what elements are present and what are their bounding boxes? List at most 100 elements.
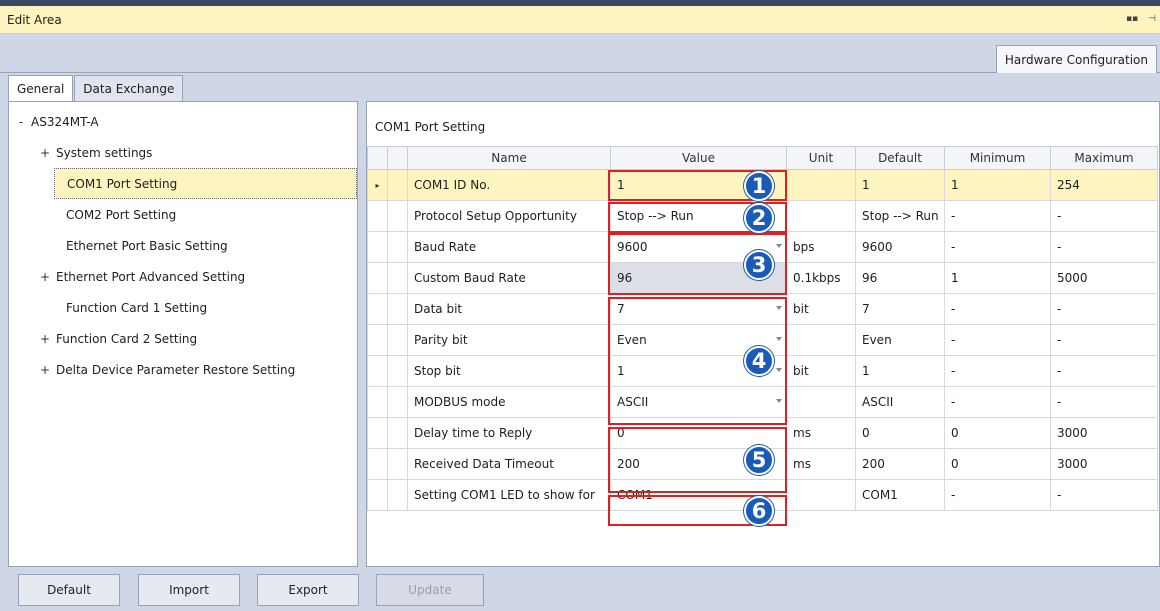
param-name: Stop bit [407,355,611,387]
tab-hardware-configuration[interactable]: Hardware Configuration [995,45,1157,73]
tree-item-label: Function Card 2 Setting [56,331,198,346]
step-badge-2: 2 [744,203,774,233]
tree-item-com1-port-setting[interactable]: COM1 Port Setting [54,168,357,199]
param-name: Setting COM1 LED to show for [407,479,611,511]
default-cell: 96 [855,262,945,294]
step-badge-6: 6 [744,496,774,526]
param-name: Delay time to Reply [407,417,611,449]
param-name: Protocol Setup Opportunity [407,200,611,232]
column-header-maximum[interactable]: Maximum [1050,146,1158,170]
step-badge-5: 5 [744,445,774,475]
tree-item-ethernet-basic[interactable]: Ethernet Port Basic Setting [9,230,357,261]
tree-item-system-settings[interactable]: + System settings [9,137,357,168]
min-cell: 0 [944,417,1051,449]
min-cell: - [944,386,1051,418]
table-row[interactable]: Data bit 7 bit 7 - - [367,293,1158,325]
indicator-col [387,146,408,170]
tree-item-com2-port-setting[interactable]: COM2 Port Setting [9,199,357,230]
dropdown-arrow-icon[interactable] [776,368,782,372]
max-cell: 3000 [1050,448,1158,480]
unit-cell: ms [786,448,856,480]
max-cell: - [1050,324,1158,356]
max-cell: 5000 [1050,262,1158,294]
tree-item-label: COM2 Port Setting [66,207,177,222]
expand-toggle[interactable]: + [39,270,51,284]
tree-item-function-card-2[interactable]: + Function Card 2 Setting [9,323,357,354]
settings-tree: - AS324MT-A + System settings COM1 Port … [8,101,358,567]
expand-toggle[interactable]: + [39,146,51,160]
max-cell: 3000 [1050,417,1158,449]
default-cell: Stop --> Run [855,200,945,232]
default-button[interactable]: Default [18,574,120,606]
table-row[interactable]: Delay time to Reply 0 ms 0 0 3000 [367,417,1158,449]
min-cell: - [944,200,1051,232]
value-dropdown[interactable]: ASCII [610,386,787,418]
step-badge-4: 4 [744,346,774,376]
expand-toggle[interactable]: + [39,332,51,346]
unit-cell [786,479,856,511]
max-cell: 254 [1050,169,1158,201]
unit-cell: ms [786,417,856,449]
settings-panel: General Data Exchange - AS324MT-A + Syst… [0,73,1160,567]
dropdown-arrow-icon[interactable] [776,337,782,341]
value-dropdown[interactable]: 7 [610,293,787,325]
default-cell: ASCII [855,386,945,418]
unit-cell: bit [786,355,856,387]
tree-item-label: Delta Device Parameter Restore Setting [56,362,296,377]
dropdown-arrow-icon[interactable] [776,306,782,310]
max-cell: - [1050,231,1158,263]
export-button[interactable]: Export [257,574,359,606]
column-header-default[interactable]: Default [855,146,945,170]
column-header-value[interactable]: Value [610,146,787,170]
tree-item-label: System settings [56,145,153,160]
tab-general[interactable]: General [8,75,74,101]
dropdown-arrow-icon[interactable] [776,399,782,403]
import-button[interactable]: Import [138,574,240,606]
max-cell: - [1050,200,1158,232]
settings-subtabs: General Data Exchange [8,75,184,101]
column-header-minimum[interactable]: Minimum [944,146,1051,170]
column-header-unit[interactable]: Unit [786,146,856,170]
param-name: MODBUS mode [407,386,611,418]
min-cell: 0 [944,448,1051,480]
default-cell: 200 [855,448,945,480]
param-name: Received Data Timeout [407,448,611,480]
dropdown-arrow-icon[interactable] [776,244,782,248]
min-cell: 1 [944,262,1051,294]
tree-item-function-card-1[interactable]: Function Card 1 Setting [9,292,357,323]
table-row[interactable]: MODBUS mode ASCII ASCII - - [367,386,1158,418]
expand-toggle[interactable]: + [39,363,51,377]
unit-cell: bit [786,293,856,325]
tree-item-ethernet-advanced[interactable]: + Ethernet Port Advanced Setting [9,261,357,292]
unit-cell: 0.1kbps [786,262,856,294]
unit-cell [786,169,856,201]
tree-item-label: Ethernet Port Advanced Setting [56,269,246,284]
column-header-name[interactable]: Name [407,146,611,170]
min-cell: - [944,355,1051,387]
param-name: COM1 ID No. [407,169,611,201]
max-cell: - [1050,293,1158,325]
param-name: Parity bit [407,324,611,356]
default-cell: 9600 [855,231,945,263]
collapse-toggle[interactable]: - [15,115,27,129]
default-cell: 1 [855,355,945,387]
min-cell: - [944,293,1051,325]
default-cell: Even [855,324,945,356]
value-field[interactable]: 0 [610,417,787,449]
default-cell: 1 [855,169,945,201]
document-tabbar: Hardware Configuration [0,34,1160,73]
tree-item-label: Ethernet Port Basic Setting [66,238,228,253]
unit-cell [786,324,856,356]
default-cell: 7 [855,293,945,325]
window-title: Edit Area [7,12,62,27]
restore-icon[interactable]: ▪▪ [1126,14,1138,24]
tree-item-label: Function Card 1 Setting [66,300,208,315]
step-badge-1: 1 [744,171,774,201]
tree-root[interactable]: - AS324MT-A [9,106,357,137]
tree-item-label: COM1 Port Setting [67,176,178,191]
tree-item-delta-restore[interactable]: + Delta Device Parameter Restore Setting [9,354,357,385]
tab-data-exchange[interactable]: Data Exchange [74,75,184,101]
max-cell: - [1050,355,1158,387]
pin-icon[interactable]: ⊣ [1148,14,1156,24]
max-cell: - [1050,386,1158,418]
